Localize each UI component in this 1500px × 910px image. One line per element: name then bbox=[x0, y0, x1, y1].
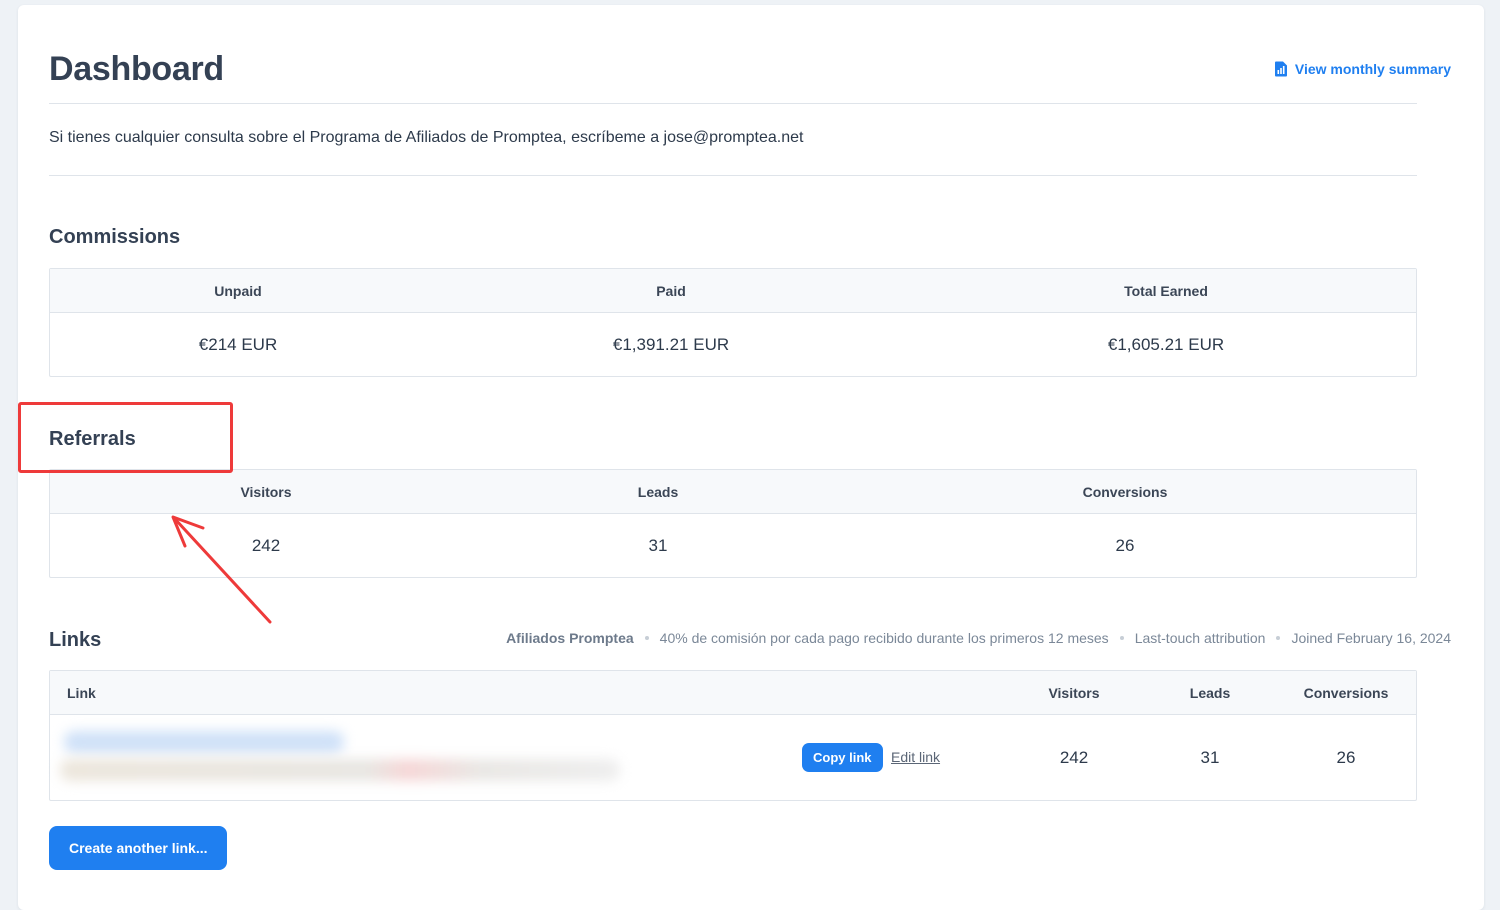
blurred-link-details bbox=[60, 759, 620, 781]
separator-dot bbox=[1276, 636, 1281, 640]
commissions-table: Unpaid Paid Total Earned €214 EUR €1,391… bbox=[49, 268, 1417, 377]
column-header-paid: Paid bbox=[656, 282, 686, 299]
column-header-leads: Leads bbox=[1189, 684, 1231, 701]
unpaid-value: €214 EUR bbox=[198, 334, 278, 354]
referrals-header-row: Visitors Leads Conversions bbox=[50, 470, 1416, 514]
create-another-link-button[interactable]: Create another link... bbox=[49, 826, 228, 870]
header-divider bbox=[49, 103, 1417, 104]
links-header-row: Link Visitors Leads Conversions bbox=[50, 671, 1416, 715]
referrals-table: Visitors Leads Conversions 242 31 26 bbox=[49, 469, 1417, 578]
referrals-value-row: 242 31 26 bbox=[50, 514, 1416, 577]
column-header-link: Link bbox=[67, 684, 96, 701]
leads-value: 31 bbox=[648, 535, 668, 555]
column-header-unpaid: Unpaid bbox=[214, 282, 262, 299]
chart-icon bbox=[1274, 61, 1288, 77]
summary-link-label: View monthly summary bbox=[1294, 61, 1451, 77]
column-header-visitors: Visitors bbox=[1048, 684, 1100, 701]
column-header-conversions: Conversions bbox=[1082, 483, 1168, 500]
link-conversions-value: 26 bbox=[1336, 747, 1356, 767]
program-name: Afiliados Promptea bbox=[506, 630, 634, 646]
total-earned-value: €1,605.21 EUR bbox=[1107, 334, 1225, 354]
link-visitors-value: 242 bbox=[1059, 747, 1089, 767]
separator-dot bbox=[644, 636, 649, 640]
links-table: Link Visitors Leads Conversions Copy lin… bbox=[49, 670, 1417, 801]
link-leads-value: 31 bbox=[1200, 747, 1220, 767]
column-header-total-earned: Total Earned bbox=[1124, 282, 1208, 299]
attribution-model: Last-touch attribution bbox=[1134, 630, 1266, 646]
visitors-value: 242 bbox=[251, 535, 281, 555]
commission-terms: 40% de comisión por cada pago recibido d… bbox=[659, 630, 1109, 646]
joined-date: Joined February 16, 2024 bbox=[1291, 630, 1451, 646]
annotation-highlight-box bbox=[18, 402, 233, 473]
copy-link-button[interactable]: Copy link bbox=[802, 743, 883, 772]
edit-link[interactable]: Edit link bbox=[891, 749, 940, 765]
intro-text: Si tienes cualquier consulta sobre el Pr… bbox=[49, 129, 804, 146]
intro-divider bbox=[49, 175, 1417, 176]
commissions-header-row: Unpaid Paid Total Earned bbox=[50, 269, 1416, 313]
commissions-title: Commissions bbox=[49, 226, 181, 248]
separator-dot bbox=[1119, 636, 1124, 640]
paid-value: €1,391.21 EUR bbox=[612, 334, 730, 354]
program-meta: Afiliados Promptea 40% de comisión por c… bbox=[506, 630, 1451, 646]
links-title: Links bbox=[49, 629, 102, 651]
table-row: Copy link Edit link 242 31 26 bbox=[50, 715, 1416, 800]
column-header-visitors: Visitors bbox=[240, 483, 292, 500]
commissions-value-row: €214 EUR €1,391.21 EUR €1,605.21 EUR bbox=[50, 313, 1416, 376]
page-title: Dashboard bbox=[49, 50, 224, 88]
column-header-conversions: Conversions bbox=[1303, 684, 1389, 701]
blurred-link-url bbox=[64, 731, 344, 753]
conversions-value: 26 bbox=[1115, 535, 1135, 555]
view-monthly-summary-link[interactable]: View monthly summary bbox=[1274, 61, 1451, 77]
column-header-leads: Leads bbox=[637, 483, 679, 500]
